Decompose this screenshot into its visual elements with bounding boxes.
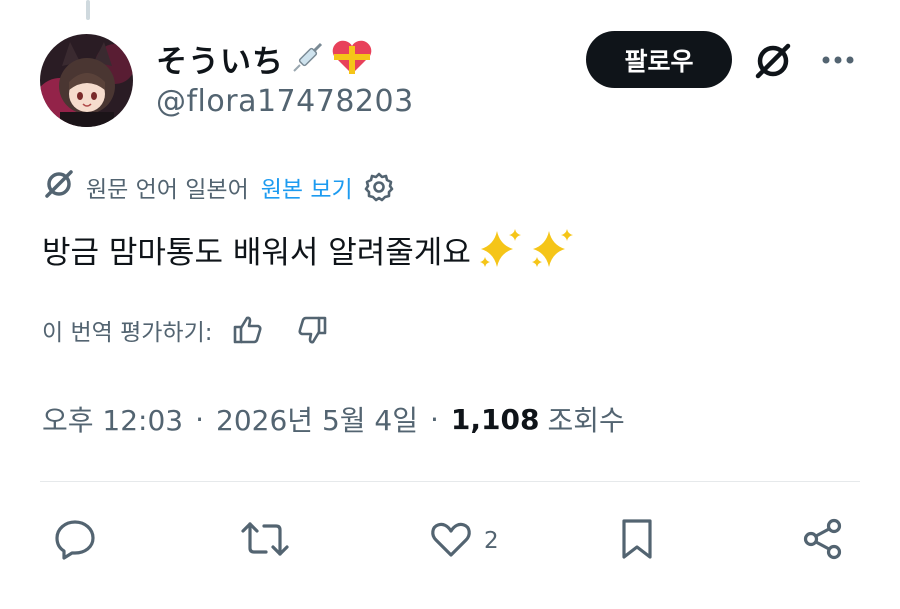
grok-icon[interactable] (750, 38, 796, 84)
reply-button[interactable] (52, 514, 98, 568)
separator-dot: · (195, 402, 205, 436)
thumbs-down-icon[interactable] (295, 313, 329, 347)
more-options-icon[interactable] (815, 40, 861, 80)
tweet-text: 방금 맘마통도 배워서 알려줄게요 (42, 222, 579, 276)
translation-bar: 원문 언어 일본어 원본 보기 (42, 168, 395, 206)
views-label: 조회수 (547, 404, 625, 437)
retweet-icon (240, 516, 290, 566)
tweet-body: 방금 맘마통도 배워서 알려줄게요 (42, 234, 471, 271)
translation-source-text: 원문 언어 일본어 (86, 177, 249, 203)
like-count: 2 (484, 528, 499, 554)
display-name[interactable]: そういち (156, 36, 374, 80)
syringe-icon (290, 41, 324, 75)
rate-translation-label: 이 번역 평가하기: (42, 320, 213, 346)
tweet-meta: 오후 12:03 · 2026년 5월 4일 · 1,108 조회수 (42, 396, 625, 442)
follow-button[interactable]: 팔로우 (586, 31, 732, 88)
heart-icon (428, 516, 474, 566)
grok-translate-icon (42, 167, 76, 207)
share-icon (800, 516, 846, 566)
show-original-link[interactable]: 원본 보기 (261, 170, 353, 204)
bookmark-icon (614, 516, 660, 566)
avatar[interactable] (40, 34, 133, 127)
thread-connector-line (86, 0, 90, 20)
display-name-text[interactable]: そういち (156, 36, 284, 81)
divider (40, 481, 860, 482)
heart-gift-icon (330, 40, 374, 76)
gear-icon[interactable] (363, 171, 395, 203)
like-button[interactable]: 2 (428, 514, 499, 568)
sparkles-emoji (475, 225, 579, 273)
reply-icon (52, 516, 98, 566)
share-button[interactable] (800, 514, 846, 568)
tweet-date[interactable]: 2026년 5월 4일 (216, 399, 418, 439)
tweet-time[interactable]: 오후 12:03 (42, 399, 183, 439)
thumbs-up-icon[interactable] (231, 313, 265, 347)
retweet-button[interactable] (240, 514, 290, 568)
rate-translation: 이 번역 평가하기: (42, 310, 329, 350)
bookmark-button[interactable] (614, 514, 660, 568)
separator-dot: · (430, 402, 439, 436)
views-count[interactable]: 1,108 (451, 403, 540, 436)
user-handle[interactable]: @flora17478203 (156, 84, 414, 119)
